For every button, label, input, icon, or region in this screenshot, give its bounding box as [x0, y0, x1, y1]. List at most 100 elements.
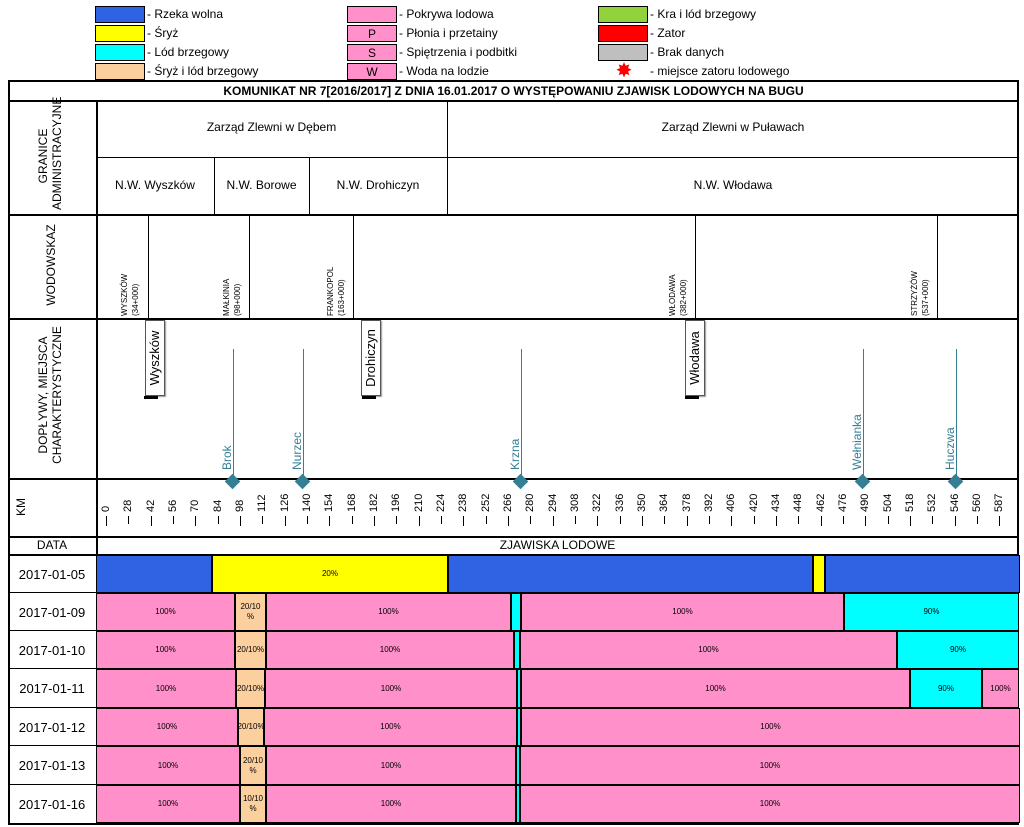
km-tick-label: 587: [993, 493, 1006, 512]
km-tick: [329, 516, 331, 526]
km-tick-label: 0: [100, 505, 112, 512]
legend-swatch: [95, 63, 145, 80]
town-label: Drohiczyn: [363, 329, 378, 387]
segment-value: 90%: [937, 683, 954, 693]
ice-segment: 100%: [520, 746, 1020, 785]
date-header: DATA: [36, 538, 68, 552]
km-tick: [753, 516, 755, 524]
segment-value: 90%: [923, 607, 940, 616]
legend-swatch: [598, 6, 648, 23]
gauge-km: (98+000): [233, 283, 242, 316]
segment-value: 100%: [698, 645, 719, 654]
km-tick: [217, 516, 219, 524]
ice-segment: 100%: [520, 631, 897, 669]
legend-label: - Brak danych: [650, 45, 725, 59]
km-tick-label: 406: [725, 493, 738, 512]
km-tick: [999, 516, 1001, 526]
segment-value: 100%: [157, 760, 179, 770]
km-tick: [128, 516, 130, 524]
legend-label: - Pokrywa lodowa: [399, 7, 494, 21]
segment-value: 20/10 %: [242, 755, 264, 775]
town-marker: [362, 396, 376, 399]
ice-segment: 100%: [521, 708, 1020, 746]
km-tick: [507, 516, 509, 526]
town-marker: [144, 396, 158, 399]
legend-label: - Płonia i przetainy: [399, 26, 498, 40]
legend-swatch: W: [347, 63, 397, 80]
km-tick-label: 350: [635, 493, 648, 512]
km-tick: [954, 516, 956, 526]
km-tick-label: 518: [903, 493, 916, 512]
km-tick-label: 546: [948, 493, 961, 512]
section-label-doplywy: DOPŁYWY, MIEJSCA CHARAKTERYSTYCZNE: [36, 326, 64, 464]
phenomena-header: ZJAWISKA LODOWE: [499, 538, 616, 552]
km-tick: [686, 516, 688, 526]
gauge-name: STRZYŻÓW: [910, 271, 919, 316]
ice-segment: [96, 555, 212, 593]
gauge-km: (382+000): [679, 279, 688, 316]
km-tick-label: 504: [881, 493, 894, 512]
nw-wyszkow: N.W. Wyszków: [115, 178, 195, 192]
km-tick: [485, 516, 487, 524]
legend-label: - Spiętrzenia i podbitki: [399, 45, 518, 59]
km-tick-label: 490: [859, 493, 872, 512]
segment-value: 90%: [949, 645, 966, 654]
tributary-label: Krzna: [508, 438, 522, 470]
legend-swatch: [95, 44, 145, 61]
gauge-name: WYSZKÓW: [120, 273, 129, 316]
gauge-marker-line: [695, 216, 696, 318]
ice-segment: 90%: [844, 593, 1019, 631]
km-tick: [262, 516, 264, 524]
segment-value: 100%: [379, 645, 401, 654]
km-tick-label: 252: [479, 493, 492, 512]
zarzad-pulawy: Zarząd Zlewni w Puławach: [661, 120, 805, 134]
km-tick-label: 336: [613, 493, 626, 512]
segment-value: 100%: [155, 645, 176, 654]
km-tick-label: 392: [702, 493, 715, 512]
segment-value: 100%: [157, 799, 179, 808]
ice-segment: [825, 555, 1020, 593]
legend-label: - Rzeka wolna: [147, 7, 224, 21]
km-tick-label: 168: [345, 493, 358, 512]
row-date: 2017-01-16: [18, 796, 86, 812]
km-tick: [619, 516, 621, 524]
town-marker: [685, 396, 699, 399]
tributary-label: Nurzec: [290, 431, 304, 470]
segment-value: 100%: [378, 607, 399, 616]
km-tick-label: 280: [524, 493, 537, 512]
km-tick-label: 294: [546, 493, 559, 512]
km-tick-label: 224: [434, 493, 447, 512]
segment-value: 100%: [155, 683, 177, 693]
km-tick-label: 140: [300, 493, 313, 512]
km-tick: [664, 516, 666, 524]
ice-segment: 100%: [266, 593, 511, 631]
km-tick-label: 434: [769, 493, 782, 512]
km-tick-label: 448: [792, 493, 805, 512]
km-tick: [976, 516, 978, 524]
segment-value: 100%: [759, 760, 781, 770]
ice-segment: 100%: [266, 631, 514, 669]
ice-segment: 100%: [521, 669, 910, 708]
ice-report-sheet: - Rzeka wolna - Śryż - Lód brzegowy - Śryż …: [0, 0, 1024, 827]
gauge-marker-line: [148, 216, 149, 318]
km-tick: [440, 516, 442, 524]
legend-swatch: [95, 6, 145, 23]
km-tick-label: 322: [591, 493, 604, 512]
km-tick-label: 28: [122, 499, 135, 512]
ice-segment: 100%: [264, 708, 517, 746]
legend-symbol: W: [366, 65, 378, 79]
km-tick-label: 378: [680, 493, 693, 512]
km-tick-label: 308: [568, 493, 581, 512]
segment-value: 100%: [759, 799, 781, 808]
km-tick: [708, 516, 710, 524]
ice-segment: 100%: [266, 746, 516, 785]
ice-segment: 100%: [96, 785, 240, 823]
km-tick: [574, 516, 576, 524]
row-date: 2017-01-13: [18, 758, 86, 773]
km-tick-label: 84: [211, 499, 224, 512]
ice-segment: 20/10 %: [240, 746, 266, 785]
segment-value: 100%: [705, 683, 726, 693]
km-tick-label: 462: [814, 493, 827, 512]
gauge-km: (163+000): [337, 279, 346, 316]
km-tick-label: 560: [970, 493, 983, 512]
